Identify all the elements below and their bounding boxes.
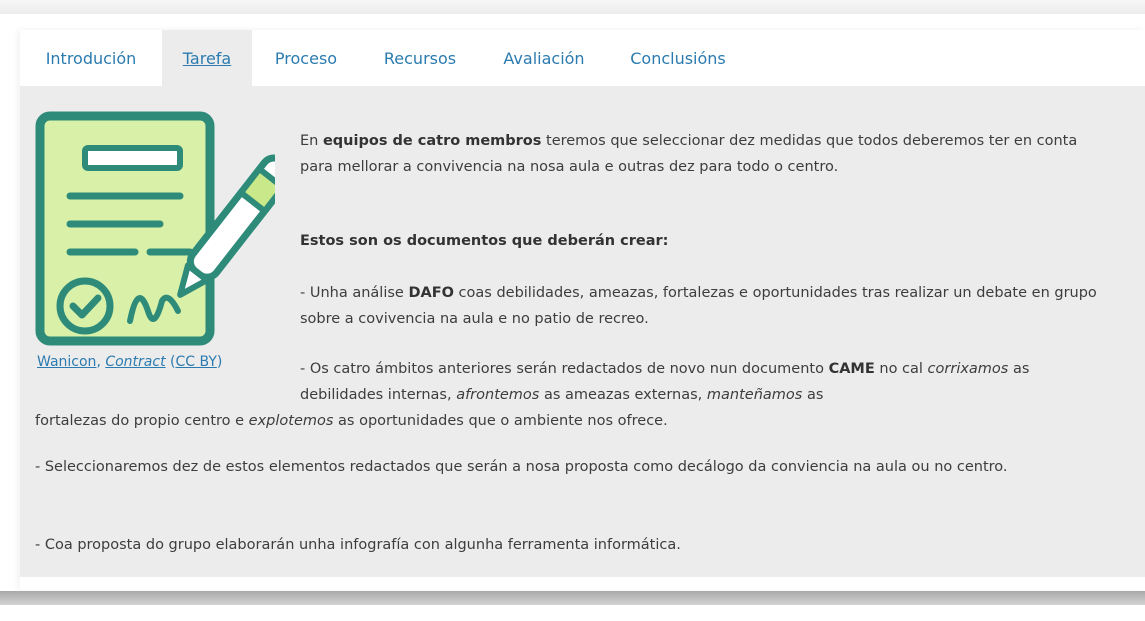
bottom-shadow (0, 591, 1145, 605)
tab-proceso[interactable]: Proceso (252, 30, 360, 86)
came-paragraph-continued: fortalezas do propio centro e explotemos… (35, 413, 668, 429)
tab-avaliacion[interactable]: Avaliación (480, 30, 608, 86)
credit-author-link[interactable]: Wanicon (37, 354, 96, 370)
came-paragraph: - Os catro ámbitos anteriores serán reda… (300, 361, 1030, 403)
selection-paragraph: - Seleccionaremos dez de estos elementos… (35, 459, 1008, 475)
image-credit: Wanicon, Contract (CC BY) (37, 354, 223, 370)
tab-introducion[interactable]: Introdución (20, 30, 162, 86)
infographic-paragraph: - Coa proposta do grupo elaborarán unha … (35, 537, 681, 553)
webquest-card: Introdución Tarefa Proceso Recursos Aval… (20, 30, 1145, 590)
dafo-paragraph: - Unha análise DAFO coas debilidades, am… (300, 285, 1097, 327)
tab-tarefa[interactable]: Tarefa (162, 30, 252, 86)
contract-signing-icon (35, 111, 275, 346)
tab-conclusions[interactable]: Conclusións (608, 30, 748, 86)
top-strip (0, 0, 1145, 14)
tab-panel-tarefa: Wanicon, Contract (CC BY) En equipos de … (20, 86, 1145, 577)
tab-recursos[interactable]: Recursos (360, 30, 480, 86)
tab-bar: Introdución Tarefa Proceso Recursos Aval… (20, 30, 1145, 86)
intro-paragraph: En equipos de catro membros teremos que … (300, 133, 1078, 175)
credit-title-link[interactable]: Contract (105, 354, 165, 370)
credit-license-link[interactable]: CC BY (176, 354, 217, 370)
documents-heading: Estos son os documentos que deberán crea… (300, 233, 669, 249)
